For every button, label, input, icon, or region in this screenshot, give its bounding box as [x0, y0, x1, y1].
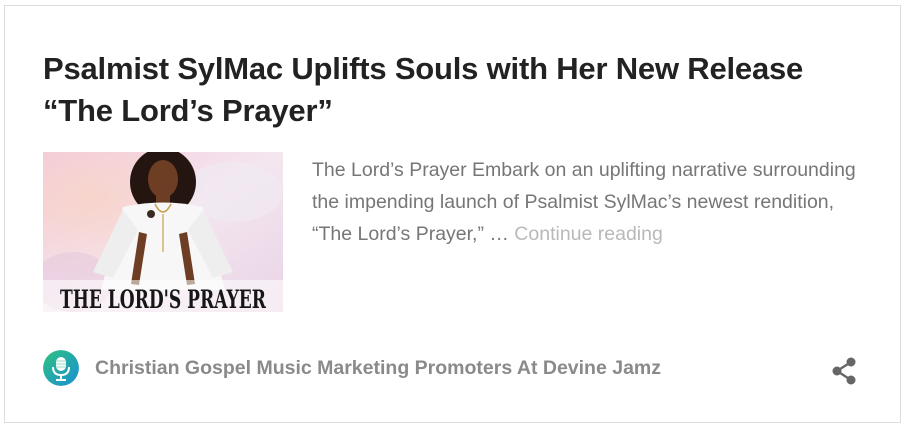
post-title-link[interactable]: Psalmist SylMac Uplifts Souls with Her N… [43, 51, 803, 128]
author-avatar[interactable] [43, 350, 79, 386]
thumbnail-caption: THE LORD'S PRAYER [60, 285, 266, 312]
album-cover-image: THE LORD'S PRAYER [43, 152, 283, 312]
microphone-icon [43, 350, 79, 386]
post-footer: Christian Gospel Music Marketing Promote… [43, 348, 863, 388]
post-title-line1: Psalmist SylMac Uplifts Souls with Her N… [43, 51, 804, 86]
post-excerpt: The Lord’s Prayer Embark on an uplifting… [312, 154, 867, 250]
post-card: Psalmist SylMac Uplifts Souls with Her N… [4, 5, 901, 423]
share-button[interactable] [831, 357, 857, 385]
post-title-line2: “The Lord’s Prayer” [43, 93, 333, 128]
author-name-link[interactable]: Christian Gospel Music Marketing Promote… [95, 357, 661, 380]
share-icon [832, 357, 856, 385]
post-thumbnail[interactable]: THE LORD'S PRAYER [43, 152, 283, 312]
continue-reading-link[interactable]: Continue reading [514, 223, 663, 245]
post-title: Psalmist SylMac Uplifts Souls with Her N… [43, 48, 863, 132]
